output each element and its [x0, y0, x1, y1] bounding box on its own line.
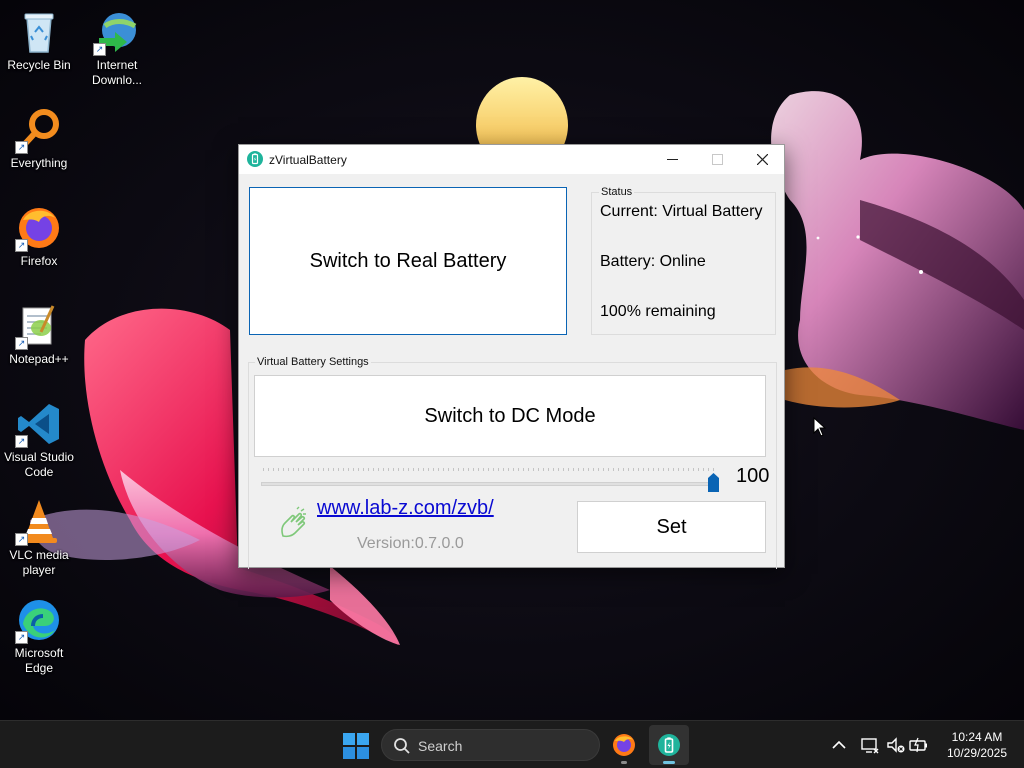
- recycle-bin-icon: [15, 8, 63, 56]
- desktop-icon-edge[interactable]: ↗ Microsoft Edge: [0, 596, 78, 676]
- taskbar-search-box[interactable]: Search: [381, 729, 600, 761]
- search-placeholder: Search: [418, 738, 463, 754]
- version-label: Version:0.7.0.0: [357, 535, 464, 552]
- close-button[interactable]: [739, 145, 785, 174]
- desktop-icon-notepad-plus-plus[interactable]: ↗ Notepad++: [0, 302, 78, 367]
- status-legend: Status: [599, 186, 635, 198]
- shortcut-arrow-icon: ↗: [15, 533, 28, 546]
- switch-to-real-battery-button[interactable]: Switch to Real Battery: [249, 187, 567, 335]
- zvirtualbattery-window: zVirtualBattery Switch to Real Battery S…: [238, 144, 785, 569]
- desktop-icon-label: Everything: [10, 156, 68, 170]
- minimize-button[interactable]: [649, 145, 695, 174]
- volume-muted-icon[interactable]: [886, 735, 906, 755]
- vscode-icon: ↗: [15, 400, 63, 448]
- chevron-up-icon[interactable]: [829, 735, 849, 755]
- desktop-icon-label: Downlo...: [91, 73, 143, 87]
- taskbar-clock[interactable]: 10:24 AM 10/29/2025: [936, 729, 1018, 761]
- desktop-icon-label: Code: [24, 465, 54, 479]
- zvirtualbattery-icon: [658, 734, 680, 756]
- desktop-icon-everything[interactable]: ↗ Everything: [0, 106, 78, 171]
- status-current: Current: Virtual Battery: [600, 203, 763, 220]
- desktop-icon-label: Microsoft: [14, 646, 64, 660]
- maximize-icon: [711, 154, 723, 165]
- status-remaining: 100% remaining: [600, 303, 716, 320]
- settings-legend: Virtual Battery Settings: [255, 356, 371, 368]
- desktop-icon-label: player: [22, 563, 56, 577]
- slider-track: [261, 482, 717, 486]
- window-titlebar[interactable]: zVirtualBattery: [239, 145, 784, 174]
- desktop-icon-label: Recycle Bin: [7, 58, 71, 72]
- desktop-icon-label: Visual Studio: [4, 450, 74, 464]
- maximize-button[interactable]: [694, 145, 740, 174]
- everything-search-icon: ↗: [15, 106, 63, 154]
- shortcut-arrow-icon: ↗: [15, 141, 28, 154]
- desktop-icon-label: Notepad++: [9, 352, 69, 366]
- running-indicator: [663, 761, 675, 764]
- windows-start-icon[interactable]: [343, 733, 369, 759]
- clock-date: 10/29/2025: [946, 746, 1008, 760]
- internet-download-manager-icon: ↗: [93, 8, 141, 56]
- slider-value: 100: [736, 465, 770, 487]
- battery-level-slider[interactable]: [259, 463, 719, 493]
- minimize-icon: [666, 159, 678, 160]
- desktop-icon-internet-download-manager[interactable]: ↗ Internet Downlo...: [78, 8, 156, 88]
- desktop-icon-firefox[interactable]: ↗ Firefox: [0, 204, 78, 269]
- vlc-icon: ↗: [15, 498, 63, 546]
- desktop-icon-vscode[interactable]: ↗ Visual Studio Code: [0, 400, 78, 480]
- slider-thumb[interactable]: [708, 473, 719, 492]
- taskbar-firefox[interactable]: [604, 725, 644, 765]
- edge-icon: ↗: [15, 596, 63, 644]
- zvirtualbattery-app-icon: [247, 151, 263, 167]
- desktop-icon-label: VLC media: [9, 548, 69, 562]
- switch-to-dc-mode-button[interactable]: Switch to DC Mode: [254, 375, 766, 457]
- shortcut-arrow-icon: ↗: [15, 239, 28, 252]
- shortcut-arrow-icon: ↗: [15, 631, 28, 644]
- taskbar: Search 10:24 AM 10/29/2025: [0, 720, 1024, 768]
- search-icon: [394, 738, 410, 754]
- window-title: zVirtualBattery: [269, 153, 347, 167]
- shortcut-arrow-icon: ↗: [15, 337, 28, 350]
- status-battery: Battery: Online: [600, 253, 706, 270]
- notepad-plus-plus-icon: ↗: [15, 302, 63, 350]
- shortcut-arrow-icon: ↗: [15, 435, 28, 448]
- desktop-icon-label: Internet: [96, 58, 138, 72]
- battery-icon[interactable]: [909, 735, 929, 755]
- desktop-icon-label: Edge: [24, 661, 54, 675]
- desktop-icon-vlc[interactable]: ↗ VLC media player: [0, 498, 78, 578]
- shortcut-arrow-icon: ↗: [93, 43, 106, 56]
- mouse-cursor-icon: [813, 417, 827, 437]
- website-link[interactable]: www.lab-z.com/zvb/: [317, 497, 494, 520]
- set-button[interactable]: Set: [577, 501, 766, 553]
- network-icon[interactable]: [860, 735, 880, 755]
- running-indicator: [621, 761, 627, 764]
- hand-pointer-icon: [281, 506, 306, 538]
- taskbar-zvirtualbattery[interactable]: [649, 725, 689, 765]
- slider-ticks: [263, 468, 715, 471]
- desktop-icon-recycle-bin[interactable]: Recycle Bin: [0, 8, 78, 73]
- clock-time: 10:24 AM: [951, 730, 1003, 744]
- close-icon: [756, 153, 768, 166]
- desktop-icon-label: Firefox: [20, 254, 58, 268]
- firefox-icon: [613, 734, 635, 756]
- firefox-icon: ↗: [15, 204, 63, 252]
